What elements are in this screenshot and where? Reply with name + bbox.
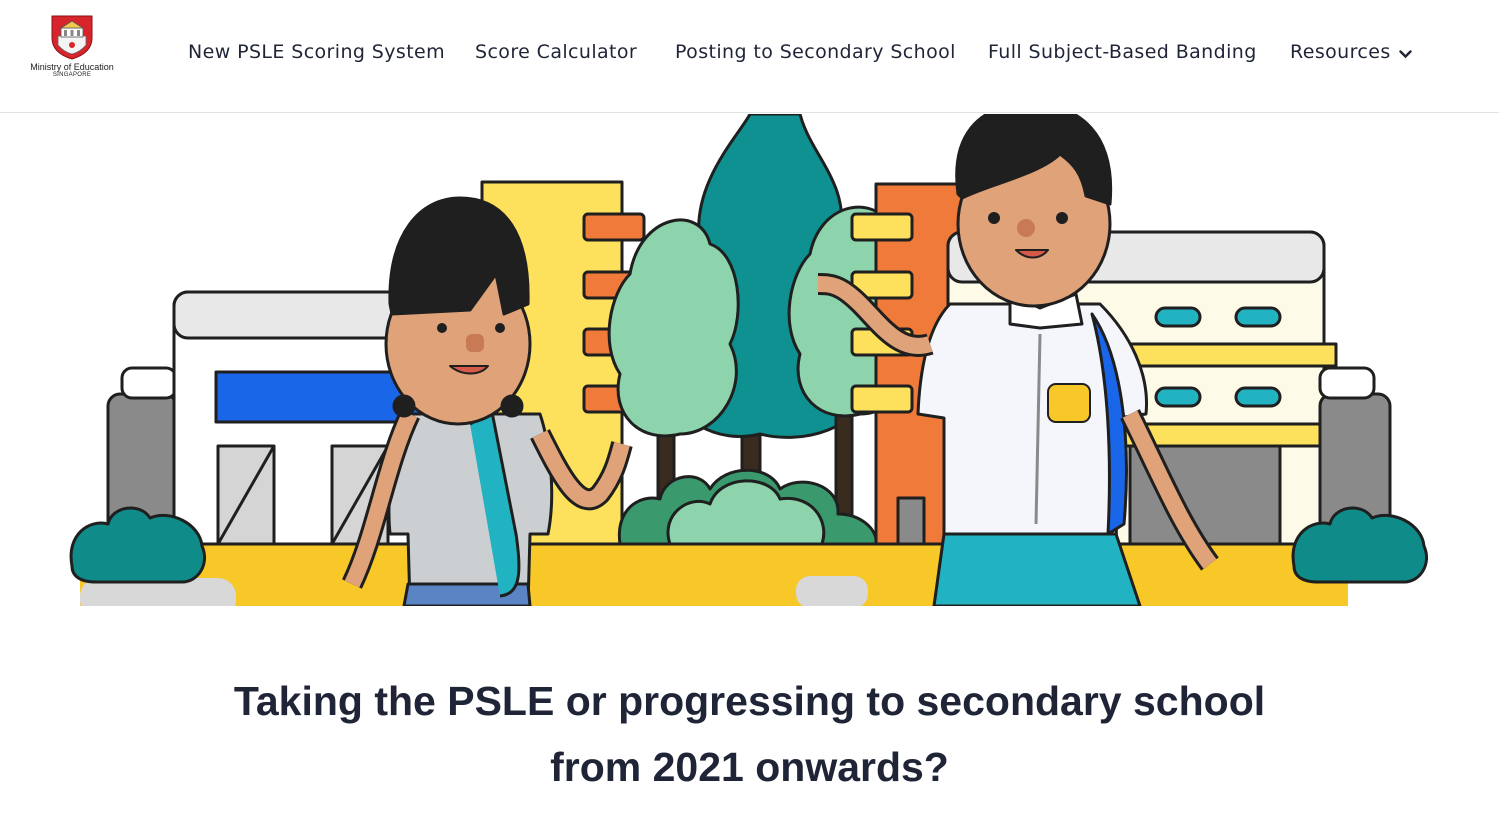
hero-illustration <box>0 114 1499 606</box>
page-headline: Taking the PSLE or progressing to second… <box>233 678 1266 790</box>
nav-resources-label: Resources <box>1290 41 1391 63</box>
logo-line-2: SINGAPORE <box>52 72 92 78</box>
nav-new-psle-scoring-system[interactable]: New PSLE Scoring System <box>188 38 445 66</box>
site-header: Ministry of Education SINGAPORE New PSLE… <box>0 0 1499 113</box>
main-nav: New PSLE Scoring System Score Calculator… <box>0 38 1499 68</box>
nav-score-calculator[interactable]: Score Calculator <box>475 38 637 66</box>
students-walking-to-school-illustration <box>69 114 1428 606</box>
nav-full-subject-based-banding[interactable]: Full Subject-Based Banding <box>988 38 1257 66</box>
nav-posting-to-secondary-school[interactable]: Posting to Secondary School <box>675 38 956 66</box>
chevron-down-icon <box>1398 39 1412 67</box>
nav-resources-dropdown[interactable]: Resources <box>1290 38 1412 67</box>
